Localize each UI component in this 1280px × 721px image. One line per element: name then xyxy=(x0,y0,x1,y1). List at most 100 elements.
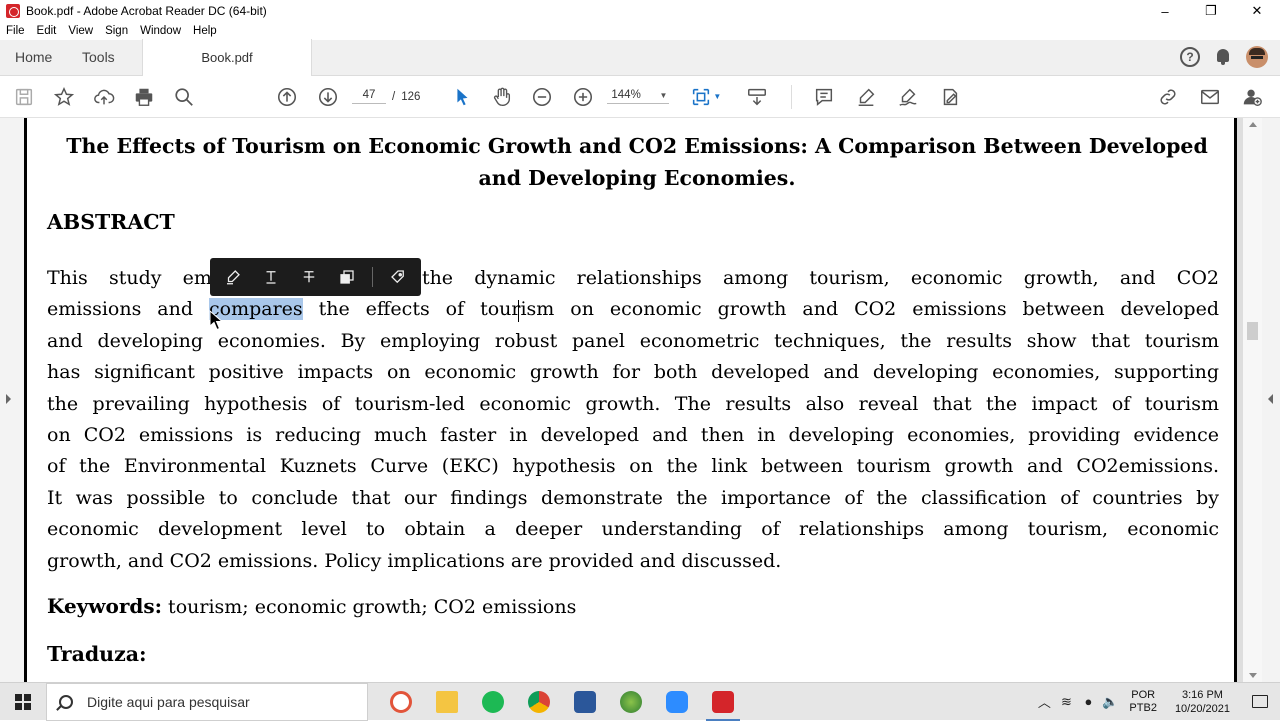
hand-tool-icon[interactable] xyxy=(488,83,516,111)
tab-home[interactable]: Home xyxy=(0,39,72,75)
keywords-value: tourism; economic growth; CO2 emissions xyxy=(162,596,577,618)
title-line-1: The Effects of Tourism on Economic Growt… xyxy=(66,134,1208,158)
scroll-thumb[interactable] xyxy=(1247,322,1258,340)
language-code: POR xyxy=(1131,688,1156,701)
sign-icon[interactable] xyxy=(894,83,922,111)
cloud-upload-icon[interactable] xyxy=(90,83,118,111)
add-user-icon[interactable] xyxy=(1238,83,1266,111)
taskbar-app-acrobat[interactable] xyxy=(702,683,744,721)
document-viewport[interactable]: The Effects of Tourism on Economic Growt… xyxy=(0,118,1280,682)
scroll-down-icon[interactable] xyxy=(1249,673,1257,678)
windows-start-icon[interactable] xyxy=(0,683,46,721)
toolbar-divider xyxy=(791,84,793,109)
vertical-scrollbar[interactable] xyxy=(1243,118,1262,682)
menu-help[interactable]: Help xyxy=(187,25,223,37)
taskbar-apps xyxy=(380,683,744,721)
strikethrough-icon[interactable] xyxy=(292,262,326,292)
user-avatar[interactable] xyxy=(1246,46,1268,68)
taskbar-app-corel[interactable] xyxy=(610,683,652,721)
scroll-up-icon[interactable] xyxy=(1249,122,1257,127)
taskbar-app-chrome[interactable] xyxy=(518,683,560,721)
title-line-2: and Developing Economies. xyxy=(478,166,796,190)
zoom-out-icon[interactable] xyxy=(528,83,556,111)
copy-icon[interactable] xyxy=(330,262,364,292)
clock-time: 3:16 PM xyxy=(1181,688,1223,701)
restore-button[interactable]: ❐ xyxy=(1188,0,1234,22)
menu-view[interactable]: View xyxy=(62,25,99,37)
taskbar-app-paint[interactable] xyxy=(380,683,422,721)
microphone-icon[interactable]: ● xyxy=(1077,694,1099,709)
zoom-icon xyxy=(666,690,688,713)
taskbar-clock[interactable]: 3:16 PM 10/20/2021 xyxy=(1175,688,1230,716)
highlight-pen-icon[interactable] xyxy=(852,83,880,111)
email-icon[interactable] xyxy=(1196,83,1224,111)
left-panel-toggle[interactable] xyxy=(0,118,24,682)
help-icon[interactable]: ? xyxy=(1180,47,1200,67)
link-share-icon[interactable] xyxy=(1154,83,1182,111)
zoom-value: 144% xyxy=(611,89,641,101)
word-icon xyxy=(574,690,596,713)
taskbar-app-spotify[interactable] xyxy=(472,683,514,721)
previous-page-icon[interactable] xyxy=(273,83,301,111)
highlight-text-icon[interactable] xyxy=(216,262,250,292)
menu-sign[interactable]: Sign xyxy=(99,25,134,37)
zoom-select[interactable]: 144% ▼ xyxy=(607,89,670,104)
taskbar-app-explorer[interactable] xyxy=(426,683,468,721)
document-title: The Effects of Tourism on Economic Growt… xyxy=(57,130,1217,194)
select-cursor-icon[interactable] xyxy=(448,83,476,111)
chrome-icon xyxy=(528,690,550,713)
acrobat-app-icon xyxy=(6,4,20,18)
fill-sign-icon[interactable] xyxy=(936,83,964,111)
taskbar-app-word[interactable] xyxy=(564,683,606,721)
keywords: Keywords: tourism; economic growth; CO2 … xyxy=(47,594,576,618)
scroll-mode-icon[interactable] xyxy=(743,83,771,111)
search-zoom-icon[interactable] xyxy=(170,83,198,111)
more-options-icon[interactable] xyxy=(381,262,415,292)
comment-icon[interactable] xyxy=(810,83,838,111)
tab-tools[interactable]: Tools xyxy=(72,39,142,75)
chevron-left-icon xyxy=(1268,394,1273,404)
windows-taskbar: Digite aqui para pesquisar ︿ ≋ ● 🔈 POR P… xyxy=(0,682,1280,721)
page-separator: / xyxy=(392,90,396,103)
menu-edit[interactable]: Edit xyxy=(31,25,63,37)
save-icon[interactable] xyxy=(10,83,38,111)
chevron-down-icon: ▼ xyxy=(659,90,668,100)
paint-icon xyxy=(390,690,412,713)
notification-center-icon[interactable] xyxy=(1240,695,1280,708)
text-caret xyxy=(518,300,519,322)
spotify-icon xyxy=(482,690,504,713)
star-icon[interactable] xyxy=(50,83,78,111)
title-bar: Book.pdf - Adobe Acrobat Reader DC (64-b… xyxy=(0,0,1280,22)
page-navigator: 47 / 126 xyxy=(352,89,420,104)
abstract-line: economic development level to obtain a d… xyxy=(47,518,1219,541)
mouse-pointer-icon xyxy=(209,310,224,331)
tab-document[interactable]: Book.pdf xyxy=(142,39,312,76)
chevron-right-icon xyxy=(6,394,11,404)
menu-bar: File Edit View Sign Window Help xyxy=(0,22,1280,40)
window-title: Book.pdf - Adobe Acrobat Reader DC (64-b… xyxy=(26,4,267,18)
text-selection-toolbar xyxy=(210,258,421,296)
zoom-in-icon[interactable] xyxy=(569,83,597,111)
account-icons: ? xyxy=(1180,39,1280,75)
menu-window[interactable]: Window xyxy=(134,25,187,37)
pdf-page[interactable]: The Effects of Tourism on Economic Growt… xyxy=(24,118,1237,682)
close-button[interactable]: ✕ xyxy=(1234,0,1280,22)
minimize-button[interactable]: – xyxy=(1142,0,1188,22)
input-language[interactable]: POR PTB2 xyxy=(1129,689,1157,715)
fit-dropdown-icon[interactable]: ▼ xyxy=(713,92,721,101)
speaker-icon[interactable]: 🔈 xyxy=(1099,694,1121,710)
wifi-icon[interactable]: ≋ xyxy=(1055,694,1077,710)
underline-text-icon[interactable] xyxy=(254,262,288,292)
tab-bar: Home Tools Book.pdf ? xyxy=(0,39,1280,76)
bell-icon[interactable] xyxy=(1214,48,1232,66)
taskbar-app-zoom[interactable] xyxy=(656,683,698,721)
taskbar-search[interactable]: Digite aqui para pesquisar xyxy=(46,682,368,721)
abstract-heading: ABSTRACT xyxy=(47,210,175,234)
next-page-icon[interactable] xyxy=(314,83,342,111)
page-number-input[interactable]: 47 xyxy=(352,89,386,104)
right-panel-toggle[interactable] xyxy=(1262,118,1280,682)
fit-page-icon[interactable] xyxy=(687,83,715,111)
print-icon[interactable] xyxy=(130,83,158,111)
chevron-up-icon[interactable]: ︿ xyxy=(1033,692,1055,711)
menu-file[interactable]: File xyxy=(0,25,31,37)
